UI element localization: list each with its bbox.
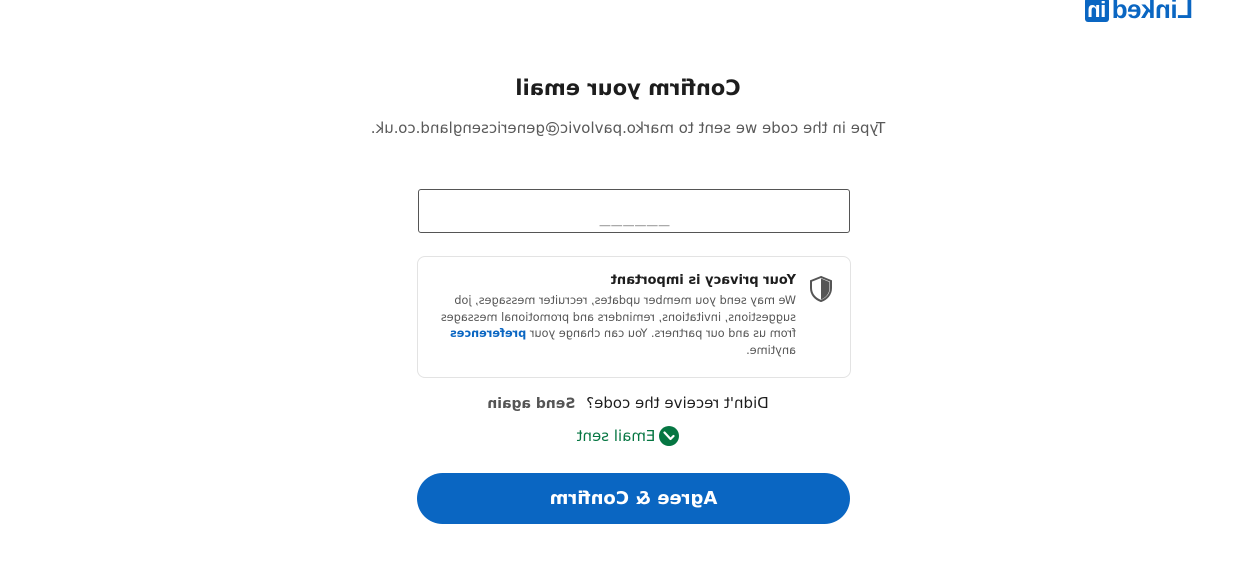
page: Linked in Confirm your email Type in the …: [0, 0, 1256, 584]
email-sent-status: Email sent: [0, 426, 1256, 446]
page-subtitle: Type in the code we sent to marko.pavlov…: [370, 119, 886, 137]
verification-code-input[interactable]: ______: [418, 189, 850, 233]
agree-confirm-button[interactable]: Agree & Confirm: [417, 473, 850, 524]
code-placeholder: ______: [598, 205, 670, 227]
page-title: Confirm your email: [515, 76, 741, 100]
privacy-body-tail: anytime.: [746, 343, 796, 357]
linkedin-logo[interactable]: Linked in: [1084, 0, 1193, 25]
send-again-link[interactable]: Send again: [487, 396, 575, 412]
privacy-notice: Your privacy is important We may send yo…: [417, 256, 851, 378]
logo-text: Linked: [1112, 0, 1193, 24]
privacy-body: We may send you member updates, recruite…: [436, 293, 796, 359]
logo-in-box: in: [1084, 0, 1110, 22]
shield-icon: [806, 273, 834, 365]
resend-row: Didn't receive the code? Send again: [0, 394, 1256, 412]
resend-prompt: Didn't receive the code?: [586, 394, 769, 412]
privacy-heading: Your privacy is important: [610, 273, 796, 288]
checkmark-icon: [659, 426, 680, 446]
email-sent-text: Email sent: [576, 427, 656, 445]
privacy-text: Your privacy is important We may send yo…: [436, 273, 796, 365]
preferences-link[interactable]: preferences: [450, 327, 526, 340]
